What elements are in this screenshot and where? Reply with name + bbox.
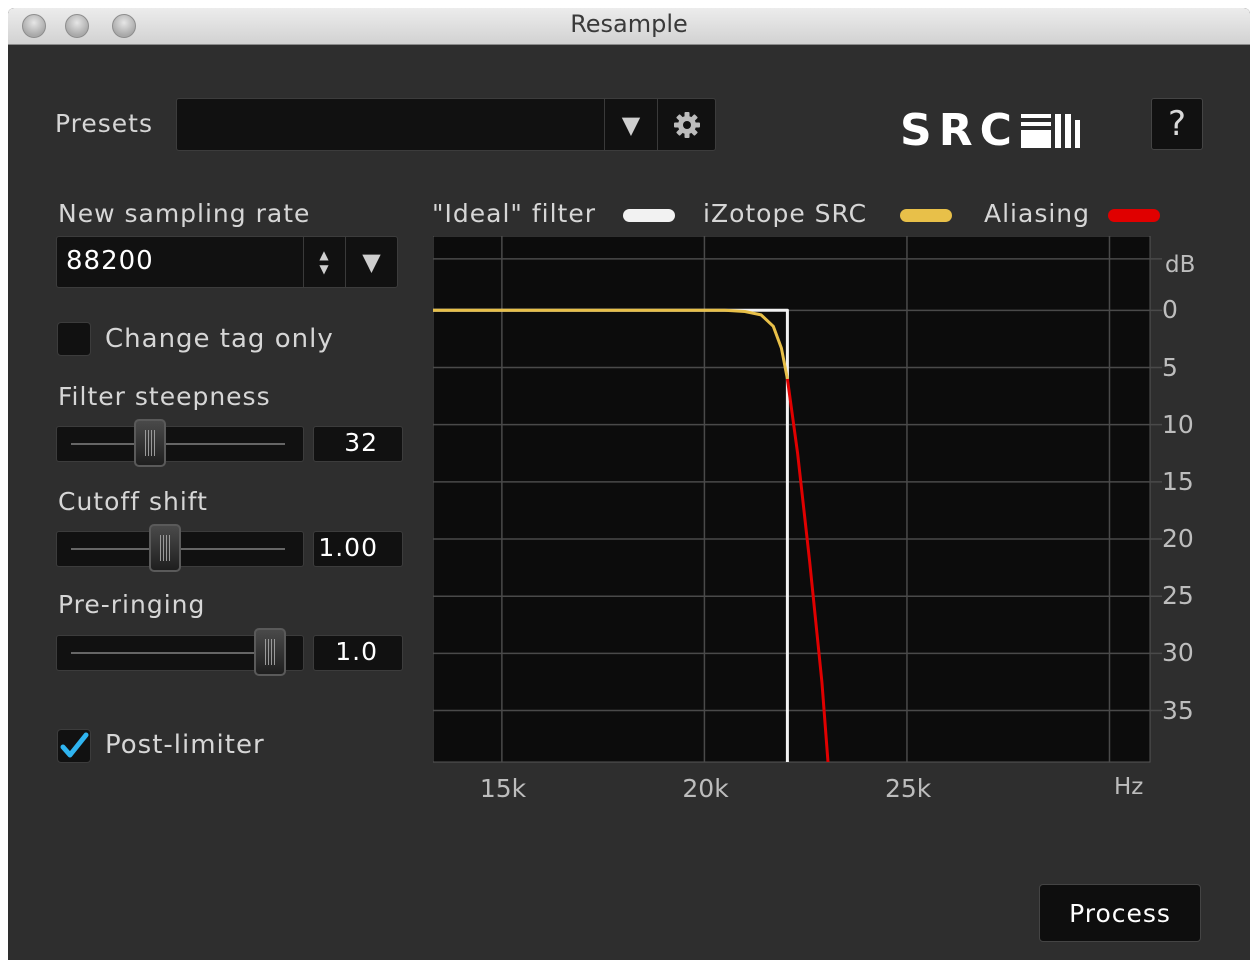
y-unit-label: dB: [1165, 252, 1196, 278]
filter-steepness-thumb[interactable]: [134, 419, 167, 467]
stepper-up-icon[interactable]: ▲: [319, 248, 328, 262]
x-tick-label: 15k: [479, 774, 527, 803]
legend-swatch-izotope: [900, 209, 952, 222]
y-tick-label: 10: [1162, 409, 1194, 439]
y-tick-label: 30: [1162, 638, 1194, 668]
legend-label-ideal: "Ideal" filter: [432, 199, 596, 228]
change-tag-checkbox[interactable]: [57, 322, 91, 356]
presets-dropdown[interactable]: ▼: [176, 98, 716, 151]
pre-ringing-slider[interactable]: [56, 628, 304, 676]
gear-icon[interactable]: [658, 99, 715, 150]
chevron-down-icon[interactable]: ▼: [605, 99, 657, 150]
legend-swatch-ideal: [623, 209, 675, 222]
pre-ringing-value[interactable]: 1.0: [313, 635, 403, 671]
x-tick-label: 25k: [884, 774, 932, 803]
cutoff-shift-label: Cutoff shift: [58, 487, 208, 516]
presets-label: Presets: [55, 109, 153, 138]
y-tick-label: 15: [1162, 466, 1194, 496]
filter-steepness-label: Filter steepness: [58, 382, 271, 411]
window-title: Resample: [570, 10, 688, 38]
sampling-rate-stepper[interactable]: ▲ ▼: [304, 241, 344, 283]
y-tick-label: 0: [1162, 295, 1178, 325]
resample-window: Resample Presets ▼ SRC ? New sampling ra…: [8, 8, 1250, 960]
post-limiter-checkbox[interactable]: [57, 729, 91, 763]
cutoff-shift-value[interactable]: 1.00: [313, 531, 403, 567]
pre-ringing-label: Pre-ringing: [58, 590, 206, 619]
y-tick-label: 25: [1162, 581, 1194, 611]
x-tick-label: 20k: [682, 774, 729, 803]
legend-swatch-aliasing: [1108, 209, 1160, 222]
legend-label-izotope: iZotope SRC: [703, 199, 868, 228]
frequency-response-chart: [433, 236, 1162, 763]
y-tick-label: 20: [1162, 524, 1194, 554]
x-unit-label: Hz: [1114, 774, 1144, 800]
checkmark-icon: [60, 732, 89, 758]
post-limiter-label: Post-limiter: [105, 730, 265, 760]
src-logo-bars-icon: [1020, 114, 1080, 148]
pre-ringing-thumb[interactable]: [254, 628, 287, 676]
cutoff-shift-thumb[interactable]: [149, 524, 182, 572]
filter-steepness-value[interactable]: 32: [313, 426, 403, 462]
process-button[interactable]: Process: [1039, 884, 1201, 942]
filter-steepness-slider[interactable]: [56, 419, 304, 467]
src-logo-text: SRC: [900, 105, 1019, 156]
sampling-rate-input[interactable]: 88200: [66, 246, 154, 276]
y-tick-label: 35: [1162, 695, 1194, 725]
cutoff-shift-slider[interactable]: [56, 524, 304, 572]
sampling-rate-label: New sampling rate: [58, 199, 311, 228]
help-button[interactable]: ?: [1151, 98, 1203, 150]
title-bar: Resample: [8, 8, 1250, 45]
chevron-down-icon[interactable]: ▼: [346, 237, 397, 287]
sampling-rate-field[interactable]: 88200 ▲ ▼ ▼: [56, 236, 398, 288]
legend-label-aliasing: Aliasing: [984, 199, 1090, 228]
stepper-down-icon[interactable]: ▼: [319, 262, 328, 276]
change-tag-label: Change tag only: [105, 324, 334, 354]
src-logo: SRC: [900, 105, 1081, 156]
y-tick-label: 5: [1162, 352, 1178, 382]
